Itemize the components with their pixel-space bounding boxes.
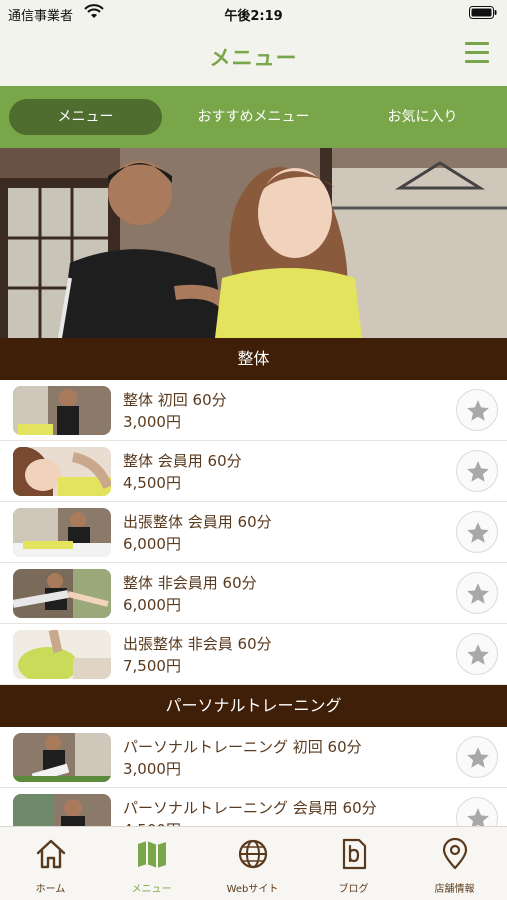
- list-item[interactable]: 整体 非会員用 60分 6,000円: [0, 563, 507, 624]
- item-name: 整体 初回 60分: [123, 391, 227, 409]
- star-icon: [467, 583, 489, 604]
- nav-website[interactable]: Webサイト: [202, 827, 303, 900]
- location-pin-icon: [442, 837, 468, 870]
- list-item[interactable]: パーソナルトレーニング 初回 60分 3,000円: [0, 727, 507, 788]
- hero-photo: [0, 148, 507, 338]
- nav-menu[interactable]: メニュー: [101, 827, 202, 900]
- item-thumbnail: [13, 630, 111, 679]
- item-thumbnail: [13, 733, 111, 782]
- item-price: 4,500円: [123, 474, 181, 492]
- item-price: 6,000円: [123, 596, 181, 614]
- item-thumbnail: [13, 508, 111, 557]
- list-item[interactable]: 整体 会員用 60分 4,500円: [0, 441, 507, 502]
- status-time: 午後2:19: [224, 9, 283, 24]
- tab-menu[interactable]: メニュー: [9, 99, 162, 135]
- item-name: 整体 会員用 60分: [123, 452, 242, 470]
- bottom-navigation: ホーム メニュー Webサイト ブログ 店舗情報: [0, 826, 507, 900]
- list-item[interactable]: 出張整体 非会員 60分 7,500円: [0, 624, 507, 685]
- section-header-personal-training: パーソナルトレーニング: [0, 685, 507, 727]
- favorite-star-button[interactable]: [456, 450, 498, 492]
- item-name: 整体 非会員用 60分: [123, 574, 257, 592]
- item-price: 3,000円: [123, 413, 181, 431]
- globe-icon: [238, 839, 268, 869]
- home-icon: [36, 839, 66, 869]
- nav-home-label: ホーム: [35, 884, 66, 895]
- list-item[interactable]: 出張整体 会員用 60分 6,000円: [0, 502, 507, 563]
- favorite-star-button[interactable]: [456, 389, 498, 431]
- star-icon: [467, 644, 489, 665]
- nav-blog-label: ブログ: [338, 884, 369, 895]
- battery-icon: [469, 6, 497, 19]
- nav-website-label: Webサイト: [226, 884, 279, 895]
- item-thumbnail: [13, 447, 111, 496]
- hamburger-menu-icon[interactable]: [465, 42, 489, 66]
- item-name: 出張整体 非会員 60分: [123, 635, 272, 653]
- item-price: 3,000円: [123, 760, 181, 778]
- app-header: メニュー: [0, 26, 507, 86]
- status-bar: 通信事業者 午後2:19: [0, 0, 507, 26]
- nav-store-info-label: 店舗情報: [434, 884, 475, 895]
- nav-blog[interactable]: ブログ: [303, 827, 404, 900]
- list-item[interactable]: 整体 初回 60分 3,000円: [0, 380, 507, 441]
- star-icon: [467, 747, 489, 768]
- page-title: メニュー: [209, 46, 298, 70]
- section-header-seitai: 整体: [0, 338, 507, 380]
- item-name: パーソナルトレーニング 初回 60分: [123, 738, 362, 756]
- tab-favorites[interactable]: お気に入り: [345, 99, 500, 135]
- tab-recommended[interactable]: おすすめメニュー: [176, 99, 331, 135]
- item-price: 7,500円: [123, 657, 181, 675]
- item-name: パーソナルトレーニング 会員用 60分: [123, 799, 377, 817]
- nav-home[interactable]: ホーム: [0, 827, 101, 900]
- item-price: 6,000円: [123, 535, 181, 553]
- item-name: 出張整体 会員用 60分: [123, 513, 272, 531]
- favorite-star-button[interactable]: [456, 572, 498, 614]
- tab-bar: メニュー おすすめメニュー お気に入り: [0, 86, 507, 148]
- star-icon: [467, 522, 489, 543]
- item-thumbnail: [13, 569, 111, 618]
- favorite-star-button[interactable]: [456, 736, 498, 778]
- favorite-star-button[interactable]: [456, 633, 498, 675]
- star-icon: [467, 400, 489, 421]
- map-icon: [138, 841, 166, 868]
- blog-icon: [342, 838, 367, 870]
- nav-store-info[interactable]: 店舗情報: [404, 827, 505, 900]
- item-thumbnail: [13, 386, 111, 435]
- favorite-star-button[interactable]: [456, 511, 498, 553]
- star-icon: [467, 461, 489, 482]
- nav-menu-label: メニュー: [131, 884, 172, 895]
